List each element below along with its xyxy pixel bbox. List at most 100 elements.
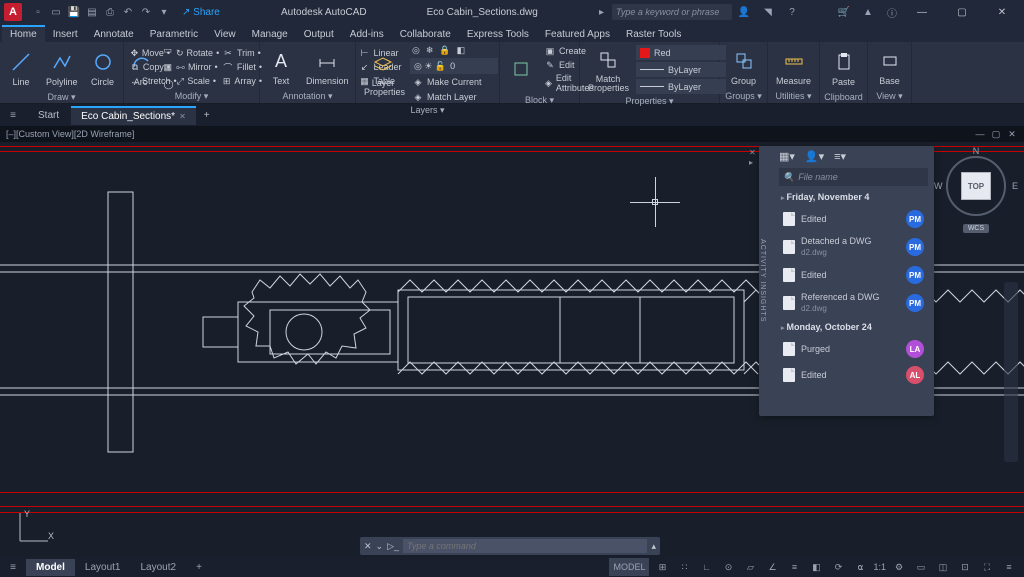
- panel-annotation-title[interactable]: Annotation ▾: [264, 90, 351, 103]
- panel-draw-title[interactable]: Draw ▾: [4, 91, 119, 104]
- navigation-bar[interactable]: [1004, 282, 1018, 462]
- stretch-button[interactable]: ↔Stretch •: [128, 74, 172, 88]
- tab-start[interactable]: Start: [28, 107, 69, 124]
- make-current-button[interactable]: ◈Make Current: [410, 75, 484, 89]
- filter-grid-icon[interactable]: ▦▾: [779, 150, 795, 163]
- activity-date[interactable]: Friday, November 4: [773, 188, 934, 206]
- close-button[interactable]: ✕: [984, 0, 1020, 24]
- app-menu-button[interactable]: A: [4, 3, 22, 21]
- search-input[interactable]: Type a keyword or phrase: [612, 4, 732, 20]
- layer-dropdown[interactable]: ◎ ☀ 🔓 0: [410, 58, 498, 74]
- cart-icon[interactable]: 🛒: [836, 4, 852, 20]
- tab-close-icon[interactable]: ✕: [179, 112, 186, 121]
- tab-add-layout[interactable]: +: [186, 559, 212, 576]
- anno-scale[interactable]: 1:1: [873, 558, 886, 576]
- hardware-icon[interactable]: ⊡: [956, 558, 974, 576]
- wcs-button[interactable]: WCS: [963, 224, 989, 233]
- vp-close-icon[interactable]: ✕: [1006, 128, 1018, 140]
- move-button[interactable]: ✥Move •: [128, 46, 172, 60]
- tab-add-ins[interactable]: Add-ins: [342, 27, 392, 42]
- workspace-icon[interactable]: ⚙: [890, 558, 908, 576]
- activity-item[interactable]: Referenced a DWGd2.dwgPM: [773, 288, 934, 318]
- isolate-icon[interactable]: ◫: [934, 558, 952, 576]
- osnap-icon[interactable]: ▱: [741, 558, 759, 576]
- panel-groups-title[interactable]: Groups ▾: [724, 90, 763, 103]
- circle-button[interactable]: Circle: [86, 47, 120, 89]
- activity-item[interactable]: EditedPM: [773, 206, 934, 232]
- dimension-button[interactable]: Dimension: [302, 46, 353, 88]
- view-cube[interactable]: N W E TOP WCS: [946, 156, 1006, 233]
- info-icon[interactable]: ⓘ: [884, 4, 900, 20]
- tab-express-tools[interactable]: Express Tools: [459, 27, 537, 42]
- polar-icon[interactable]: ⊙: [719, 558, 737, 576]
- line-button[interactable]: Line: [4, 47, 38, 89]
- snap-icon[interactable]: ∷: [675, 558, 693, 576]
- activity-item[interactable]: PurgedLA: [773, 336, 934, 362]
- activity-item[interactable]: EditedAL: [773, 362, 934, 388]
- text-button[interactable]: AText: [264, 46, 298, 88]
- panel-props-title[interactable]: Properties ▾: [584, 95, 715, 108]
- viewport-controls[interactable]: [–][Custom View][2D Wireframe] — ▢ ✕: [0, 126, 1024, 142]
- new-icon[interactable]: ▫: [30, 4, 46, 20]
- mirror-button[interactable]: ⧟Mirror •: [174, 60, 218, 74]
- lwt-icon[interactable]: ≡: [785, 558, 803, 576]
- trans-icon[interactable]: ◧: [807, 558, 825, 576]
- cmd-opts-icon[interactable]: ⌄: [376, 541, 384, 552]
- cycle-icon[interactable]: ⟳: [829, 558, 847, 576]
- tab-layout2[interactable]: Layout2: [130, 559, 186, 576]
- paste-button[interactable]: Paste: [827, 47, 861, 89]
- tab-featured-apps[interactable]: Featured Apps: [537, 27, 618, 42]
- drawing-list-icon[interactable]: ≡: [4, 106, 22, 124]
- layer-iso-icon[interactable]: ◧: [455, 44, 468, 57]
- panel-clip-title[interactable]: Clipboard: [824, 91, 863, 103]
- panel-util-title[interactable]: Utilities ▾: [772, 90, 815, 103]
- color-dropdown[interactable]: Red: [636, 45, 726, 60]
- panel-modify-title[interactable]: Modify ▾: [128, 90, 255, 103]
- tab-view[interactable]: View: [206, 27, 244, 42]
- anno-icon[interactable]: ⍺: [851, 558, 869, 576]
- qat-dropdown-icon[interactable]: ▾: [156, 4, 172, 20]
- panel-view-title[interactable]: View ▾: [872, 90, 907, 103]
- tab-raster-tools[interactable]: Raster Tools: [618, 27, 689, 42]
- grid-icon[interactable]: ⊞: [653, 558, 671, 576]
- base-button[interactable]: Base: [873, 46, 907, 88]
- signin-icon[interactable]: 👤: [736, 4, 752, 20]
- panel-pin-icon[interactable]: ▸: [749, 158, 757, 166]
- rotate-button[interactable]: ↻Rotate •: [174, 46, 218, 60]
- activity-date[interactable]: Monday, October 24: [773, 318, 934, 336]
- array-button[interactable]: ⊞Array •: [220, 74, 264, 88]
- layer-freeze-icon[interactable]: ❄: [424, 44, 436, 57]
- ortho-icon[interactable]: ∟: [697, 558, 715, 576]
- cmd-up-icon[interactable]: ▴: [651, 541, 656, 552]
- vp-max-icon[interactable]: ▢: [990, 128, 1002, 140]
- vcube-face[interactable]: TOP: [961, 172, 991, 200]
- layout-list-icon[interactable]: ≡: [4, 558, 22, 576]
- tab-new-button[interactable]: +: [198, 107, 216, 124]
- saveas-icon[interactable]: ▤: [84, 4, 100, 20]
- tab-annotate[interactable]: Annotate: [86, 27, 142, 42]
- activity-item[interactable]: Detached a DWGd2.dwgPM: [773, 232, 934, 262]
- tab-insert[interactable]: Insert: [45, 27, 86, 42]
- apps-icon[interactable]: ▲: [860, 4, 876, 20]
- layer-off-icon[interactable]: ◎: [410, 44, 422, 57]
- match-layer-button[interactable]: ◈Match Layer: [410, 90, 498, 104]
- polyline-button[interactable]: Polyline: [42, 47, 82, 89]
- autodesk-app-icon[interactable]: ◥: [760, 4, 776, 20]
- minimize-button[interactable]: —: [904, 0, 940, 24]
- panel-layers-title[interactable]: Layers ▾: [360, 104, 495, 117]
- maximize-button[interactable]: ▢: [944, 0, 980, 24]
- command-line[interactable]: ✕ ⌄ ▷_ ▴: [360, 537, 660, 555]
- monitor-icon[interactable]: ▭: [912, 558, 930, 576]
- save-icon[interactable]: 💾: [66, 4, 82, 20]
- help-icon[interactable]: ?: [784, 4, 800, 20]
- share-button[interactable]: ↗ Share: [182, 7, 220, 18]
- filter-list-icon[interactable]: ≡▾: [834, 150, 846, 163]
- otrack-icon[interactable]: ∠: [763, 558, 781, 576]
- tab-output[interactable]: Output: [296, 27, 342, 42]
- trim-button[interactable]: ✂Trim •: [220, 46, 264, 60]
- tab-collaborate[interactable]: Collaborate: [392, 27, 459, 42]
- scale-button[interactable]: ⤢Scale •: [174, 74, 218, 88]
- vcube-north[interactable]: N: [973, 146, 980, 156]
- tab-layout1[interactable]: Layout1: [75, 559, 131, 576]
- tab-home[interactable]: Home: [2, 25, 45, 42]
